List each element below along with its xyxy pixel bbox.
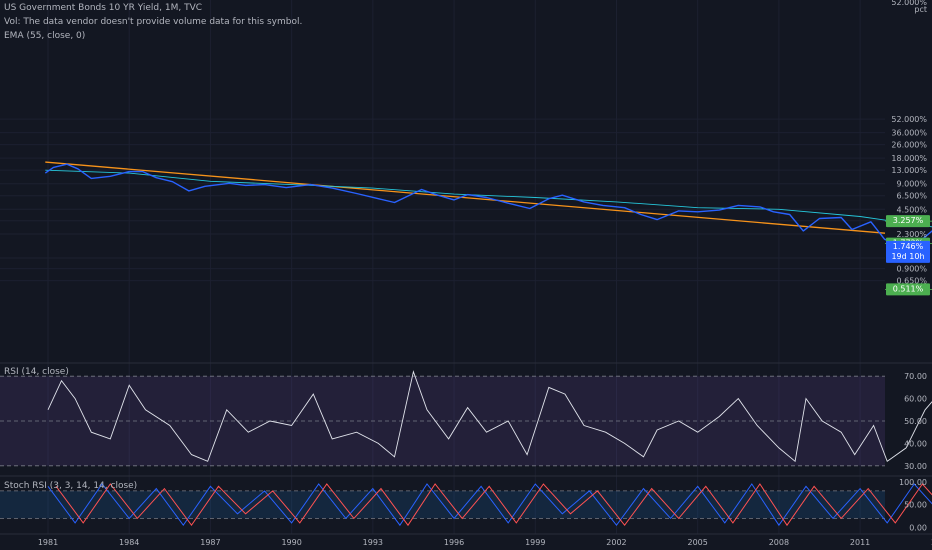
current-price-tag: 19d 10h (891, 252, 924, 261)
y-tick-label: 9.000% (896, 180, 927, 189)
x-tick-label: 1993 (363, 538, 383, 547)
x-tick-label: 1981 (38, 538, 58, 547)
level-high-tag: 3.257% (893, 216, 924, 225)
rsi-tick-label: 30.00 (904, 462, 927, 471)
chart-canvas[interactable]: 52.000% 36.000% 26.000% 18.000% 13.000% 9.000… (0, 0, 932, 550)
rsi-tick-label: 60.00 (904, 395, 927, 404)
y-tick-label: 13.000% (891, 166, 927, 175)
y-tick-label: 4.500% (896, 205, 927, 214)
y-axis-top-label: 52.000% (891, 0, 927, 7)
y-tick-label: 18.000% (891, 154, 927, 163)
rsi-legend[interactable]: RSI (14, close) (4, 367, 69, 377)
x-tick-label: 1990 (281, 538, 301, 547)
x-tick-label: 2005 (688, 538, 708, 547)
rsi-tick-label: 70.00 (904, 372, 927, 381)
symbol-title[interactable]: US Government Bonds 10 YR Yield, 1M, TVC (4, 3, 202, 13)
y-tick-label: 6.500% (896, 192, 927, 201)
stoch-rsi-legend[interactable]: Stoch RSI (3, 3, 14, 14, close) (4, 481, 137, 491)
y-tick-label: 52.000% (891, 115, 927, 124)
stoch-tick-label: 100.00 (899, 478, 927, 487)
chart-background (0, 0, 932, 550)
x-tick-label: 1984 (119, 538, 139, 547)
x-tick-label: 1999 (525, 538, 545, 547)
x-tick-label: 1987 (200, 538, 220, 547)
volume-note: Vol: The data vendor doesn't provide vol… (4, 17, 303, 27)
ema-legend[interactable]: EMA (55, close, 0) (4, 31, 85, 41)
indicator-bands (0, 375, 885, 519)
level-low-tag: 0.511% (893, 284, 924, 293)
current-price-tag: 1.746% (893, 242, 924, 251)
x-tick-label: 2002 (606, 538, 626, 547)
y-tick-label: 0.900% (896, 265, 927, 274)
stoch-tick-label: 0.00 (909, 524, 927, 533)
y-tick-label: 26.000% (891, 141, 927, 150)
x-tick-label: 1996 (444, 538, 464, 547)
x-tick-label: 2011 (850, 538, 870, 547)
rsi-tick-label: 40.00 (904, 439, 927, 448)
y-tick-label: 36.000% (891, 129, 927, 138)
x-tick-label: 2008 (769, 538, 789, 547)
rsi-tick-label: 50.00 (904, 417, 927, 426)
stoch-tick-label: 50.00 (904, 501, 927, 510)
